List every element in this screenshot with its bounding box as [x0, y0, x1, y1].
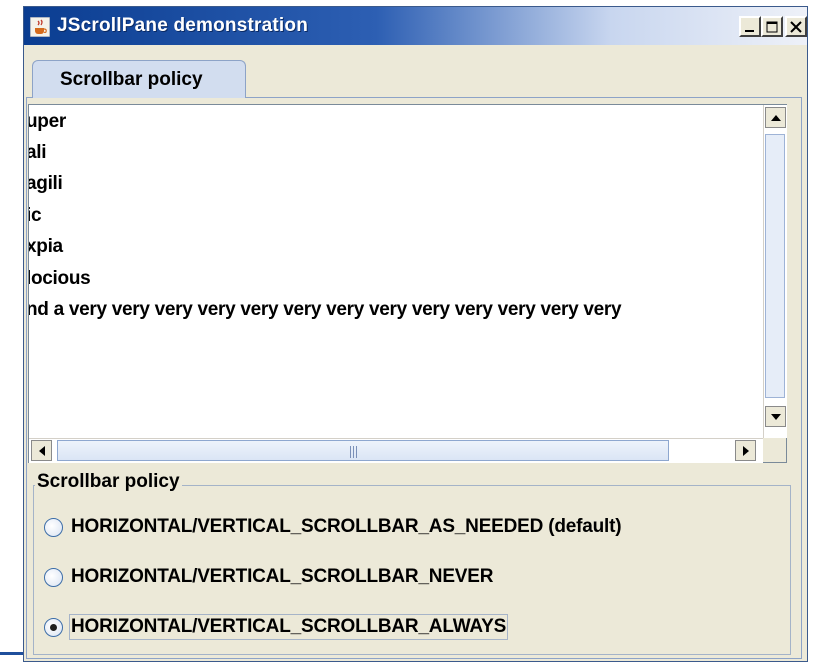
- radio-as-needed[interactable]: HORIZONTAL/VERTICAL_SCROLLBAR_AS_NEEDED …: [44, 515, 764, 543]
- radio-label: HORIZONTAL/VERTICAL_SCROLLBAR_AS_NEEDED …: [71, 516, 622, 537]
- text-line: nd a very very very very very very very …: [29, 299, 622, 320]
- radio-selected-dot: [50, 624, 57, 631]
- text-line: agili: [29, 173, 63, 194]
- window-title: JScrollPane demonstration: [57, 15, 309, 36]
- arrow-right-icon: [743, 446, 749, 456]
- group-title: Scrollbar policy: [35, 471, 182, 493]
- minimize-button[interactable]: [739, 16, 761, 37]
- text-line: xpia: [29, 236, 63, 257]
- horizontal-scroll-thumb[interactable]: [57, 440, 669, 461]
- radio-button[interactable]: [44, 568, 63, 587]
- close-icon: [790, 21, 802, 33]
- scroll-pane: uper ali agili ic xpia locious nd a very…: [28, 104, 787, 463]
- tab-scrollbar-policy[interactable]: Scrollbar policy: [32, 60, 246, 98]
- tab-label: Scrollbar policy: [60, 69, 203, 90]
- maximize-button[interactable]: [761, 16, 783, 37]
- vertical-scrollbar[interactable]: [763, 105, 787, 438]
- scroll-up-button[interactable]: [765, 107, 786, 128]
- radio-button[interactable]: [44, 618, 63, 637]
- java-cup-icon: [29, 16, 51, 38]
- horizontal-scrollbar[interactable]: [29, 438, 763, 463]
- arrow-left-icon: [39, 446, 45, 456]
- vertical-scroll-thumb[interactable]: [765, 134, 785, 398]
- grip-icon: [350, 445, 359, 463]
- text-line: uper: [29, 111, 66, 132]
- minimize-icon: [745, 30, 754, 32]
- scroll-left-button[interactable]: [31, 440, 52, 461]
- maximize-icon: [766, 21, 778, 33]
- text-area[interactable]: uper ali agili ic xpia locious nd a very…: [29, 105, 763, 438]
- app-window: JScrollPane demonstration Scrollbar poli…: [23, 6, 808, 662]
- scroll-down-button[interactable]: [765, 406, 786, 427]
- radio-never[interactable]: HORIZONTAL/VERTICAL_SCROLLBAR_NEVER: [44, 565, 764, 593]
- title-bar[interactable]: JScrollPane demonstration: [24, 7, 807, 45]
- scroll-corner: [763, 438, 786, 462]
- text-line: locious: [29, 268, 91, 289]
- arrow-up-icon: [771, 115, 781, 121]
- radio-always[interactable]: HORIZONTAL/VERTICAL_SCROLLBAR_ALWAYS: [44, 614, 764, 643]
- radio-button[interactable]: [44, 518, 63, 537]
- close-button[interactable]: [785, 16, 807, 37]
- text-line: ic: [29, 205, 42, 226]
- arrow-down-icon: [771, 414, 781, 420]
- text-line: ali: [29, 142, 47, 163]
- radio-label: HORIZONTAL/VERTICAL_SCROLLBAR_NEVER: [71, 566, 494, 587]
- scroll-right-button[interactable]: [735, 440, 756, 461]
- radio-label: HORIZONTAL/VERTICAL_SCROLLBAR_ALWAYS: [68, 614, 509, 640]
